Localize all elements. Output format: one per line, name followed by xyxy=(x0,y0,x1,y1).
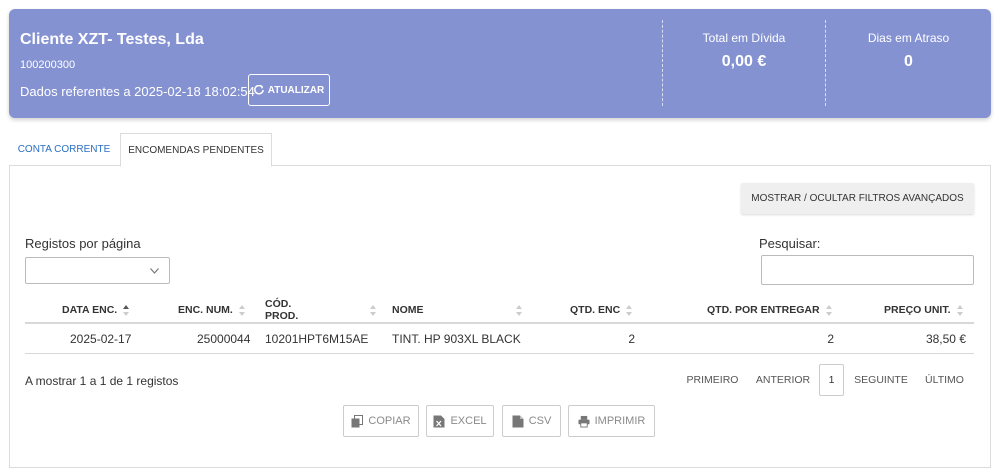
sort-icon xyxy=(825,304,833,316)
cell-data-enc: 2025-02-17 xyxy=(70,332,132,346)
orders-table: DATA ENC. ENC. NUM. CÓD. PROD. NOME QTD.… xyxy=(25,296,974,354)
sort-icon xyxy=(956,304,964,316)
client-name: Cliente XZT- Testes, Lda xyxy=(20,31,204,48)
pagination-previous[interactable]: ANTERIOR xyxy=(750,364,816,396)
cell-enc-num: 25000044 xyxy=(197,332,251,346)
copy-icon xyxy=(351,414,364,427)
search-input[interactable] xyxy=(761,255,974,285)
cell-cod-prod: 10201HPT6M15AE xyxy=(265,332,369,346)
kpi-label: Total em Dívida xyxy=(702,31,786,45)
client-summary-card: Cliente XZT- Testes, Lda 100200300 Dados… xyxy=(9,9,991,118)
column-header-data-enc[interactable]: DATA ENC. xyxy=(62,296,172,324)
pagination-next[interactable]: SEGUINTE xyxy=(850,364,912,396)
table-info-text: A mostrar 1 a 1 de 1 registos xyxy=(25,374,179,388)
sort-icon xyxy=(370,304,377,316)
column-header-qtd-por-entregar[interactable]: QTD. POR ENTREGAR xyxy=(707,296,837,324)
data-reference-timestamp: Dados referentes a 2025-02-18 18:02:54 xyxy=(20,84,255,99)
print-button[interactable]: IMPRIMIR xyxy=(568,405,655,437)
cell-preco-unit: 38,50 € xyxy=(925,332,966,346)
kpi-label: Dias em Atraso xyxy=(867,31,950,45)
kpi-total-debt: Total em Dívida 0,00 € xyxy=(662,20,825,106)
pagination-last[interactable]: ÚLTIMO xyxy=(918,364,971,396)
column-header-qtd-enc[interactable]: QTD. ENC xyxy=(570,296,640,324)
sort-icon xyxy=(515,304,523,316)
excel-file-icon xyxy=(433,415,445,427)
csv-button[interactable]: CSV xyxy=(502,405,561,437)
kpi-value: 0,00 € xyxy=(721,53,767,70)
records-per-page-label: Registos por página xyxy=(25,236,141,251)
csv-file-icon xyxy=(512,415,524,427)
tab-conta-corrente[interactable]: CONTA CORRENTE xyxy=(9,133,119,166)
pagination-page-1[interactable]: 1 xyxy=(819,364,844,396)
column-header-preco-unit[interactable]: PREÇO UNIT. xyxy=(884,296,974,324)
sort-icon xyxy=(238,304,246,316)
kpi-days-overdue: Dias em Atraso 0 xyxy=(825,20,991,106)
records-per-page-select[interactable] xyxy=(25,257,170,284)
client-code: 100200300 xyxy=(20,59,76,71)
pagination-first[interactable]: PRIMEIRO xyxy=(681,364,744,396)
excel-button[interactable]: EXCEL xyxy=(426,405,494,437)
table-row: 2025-02-17 25000044 10201HPT6M15AE TINT.… xyxy=(25,324,974,354)
refresh-button[interactable]: ATUALIZAR xyxy=(248,74,330,106)
kpi-value: 0 xyxy=(904,53,913,70)
print-icon xyxy=(578,415,590,427)
toggle-advanced-filters-button[interactable]: MOSTRAR / OCULTAR FILTROS AVANÇADOS xyxy=(741,183,974,214)
copy-button[interactable]: COPIAR xyxy=(343,405,419,437)
column-header-enc-num[interactable]: ENC. NUM. xyxy=(178,296,258,324)
cell-qtd-enc: 2 xyxy=(628,332,635,346)
table-header: DATA ENC. ENC. NUM. CÓD. PROD. NOME QTD.… xyxy=(25,296,974,324)
search-label: Pesquisar: xyxy=(759,236,821,251)
refresh-icon xyxy=(253,85,264,95)
sort-ascending-icon xyxy=(123,304,130,316)
cell-qtd-por-entregar: 2 xyxy=(827,332,834,346)
cell-nome: TINT. HP 903XL BLACK xyxy=(392,332,521,346)
sort-icon xyxy=(626,304,633,316)
tab-encomendas-pendentes[interactable]: ENCOMENDAS PENDENTES xyxy=(120,133,272,167)
column-header-cod-prod[interactable]: CÓD. PROD. xyxy=(265,296,377,324)
refresh-button-label: ATUALIZAR xyxy=(267,84,325,96)
column-header-nome[interactable]: NOME xyxy=(392,296,532,324)
tab-bar: CONTA CORRENTE ENCOMENDAS PENDENTES xyxy=(9,133,991,167)
chevron-down-icon xyxy=(150,268,159,274)
